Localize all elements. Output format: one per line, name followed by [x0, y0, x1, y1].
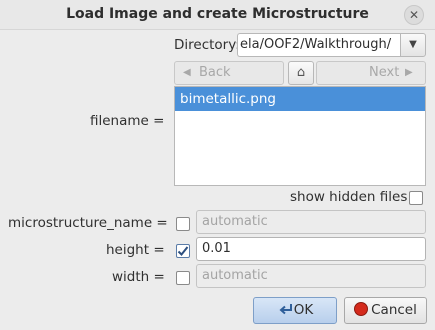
width-label: width = — [112, 269, 165, 285]
back-arrow-icon: ◀ — [183, 67, 191, 78]
chevron-down-icon: ▼ — [409, 39, 417, 50]
width-field[interactable]: automatic — [196, 264, 426, 288]
back-button[interactable]: ◀ Back — [174, 61, 284, 85]
height-label: height = — [106, 242, 165, 258]
next-label: Next — [369, 65, 400, 80]
home-icon: ⌂ — [296, 65, 306, 80]
dialog-title: Load Image and create Microstructure — [66, 6, 369, 22]
directory-dropdown-button[interactable]: ▼ — [400, 33, 426, 57]
ok-arrow-icon — [279, 304, 292, 315]
checkmark-icon — [177, 246, 189, 256]
home-button[interactable]: ⌂ — [288, 61, 314, 85]
ok-label: OK — [293, 302, 314, 318]
height-field[interactable]: 0.01 — [196, 237, 426, 261]
ok-button[interactable]: OK — [253, 297, 337, 324]
cancel-label: Cancel — [371, 302, 417, 318]
microstructure-name-label: microstructure_name = — [8, 215, 168, 231]
file-list-item[interactable]: bimetallic.png — [175, 87, 425, 111]
width-checkbox[interactable] — [176, 271, 190, 285]
directory-path-field[interactable]: ela/OOF2/Walkthrough/ — [237, 33, 401, 57]
next-button[interactable]: Next ▶ — [316, 61, 426, 85]
cancel-button[interactable]: Cancel — [344, 297, 427, 324]
show-hidden-checkbox[interactable] — [409, 191, 423, 205]
height-checkbox[interactable] — [176, 244, 190, 258]
back-label: Back — [199, 65, 231, 80]
close-button[interactable]: ✕ — [404, 5, 424, 25]
stop-icon — [354, 302, 369, 316]
filename-label: filename = — [90, 113, 165, 129]
close-icon: ✕ — [408, 8, 420, 22]
microstructure-name-field[interactable]: automatic — [196, 210, 426, 234]
show-hidden-label: show hidden files — [290, 189, 408, 205]
directory-label: Directory: — [174, 37, 240, 53]
next-arrow-icon: ▶ — [405, 67, 413, 78]
microstructure-name-checkbox[interactable] — [176, 217, 190, 231]
